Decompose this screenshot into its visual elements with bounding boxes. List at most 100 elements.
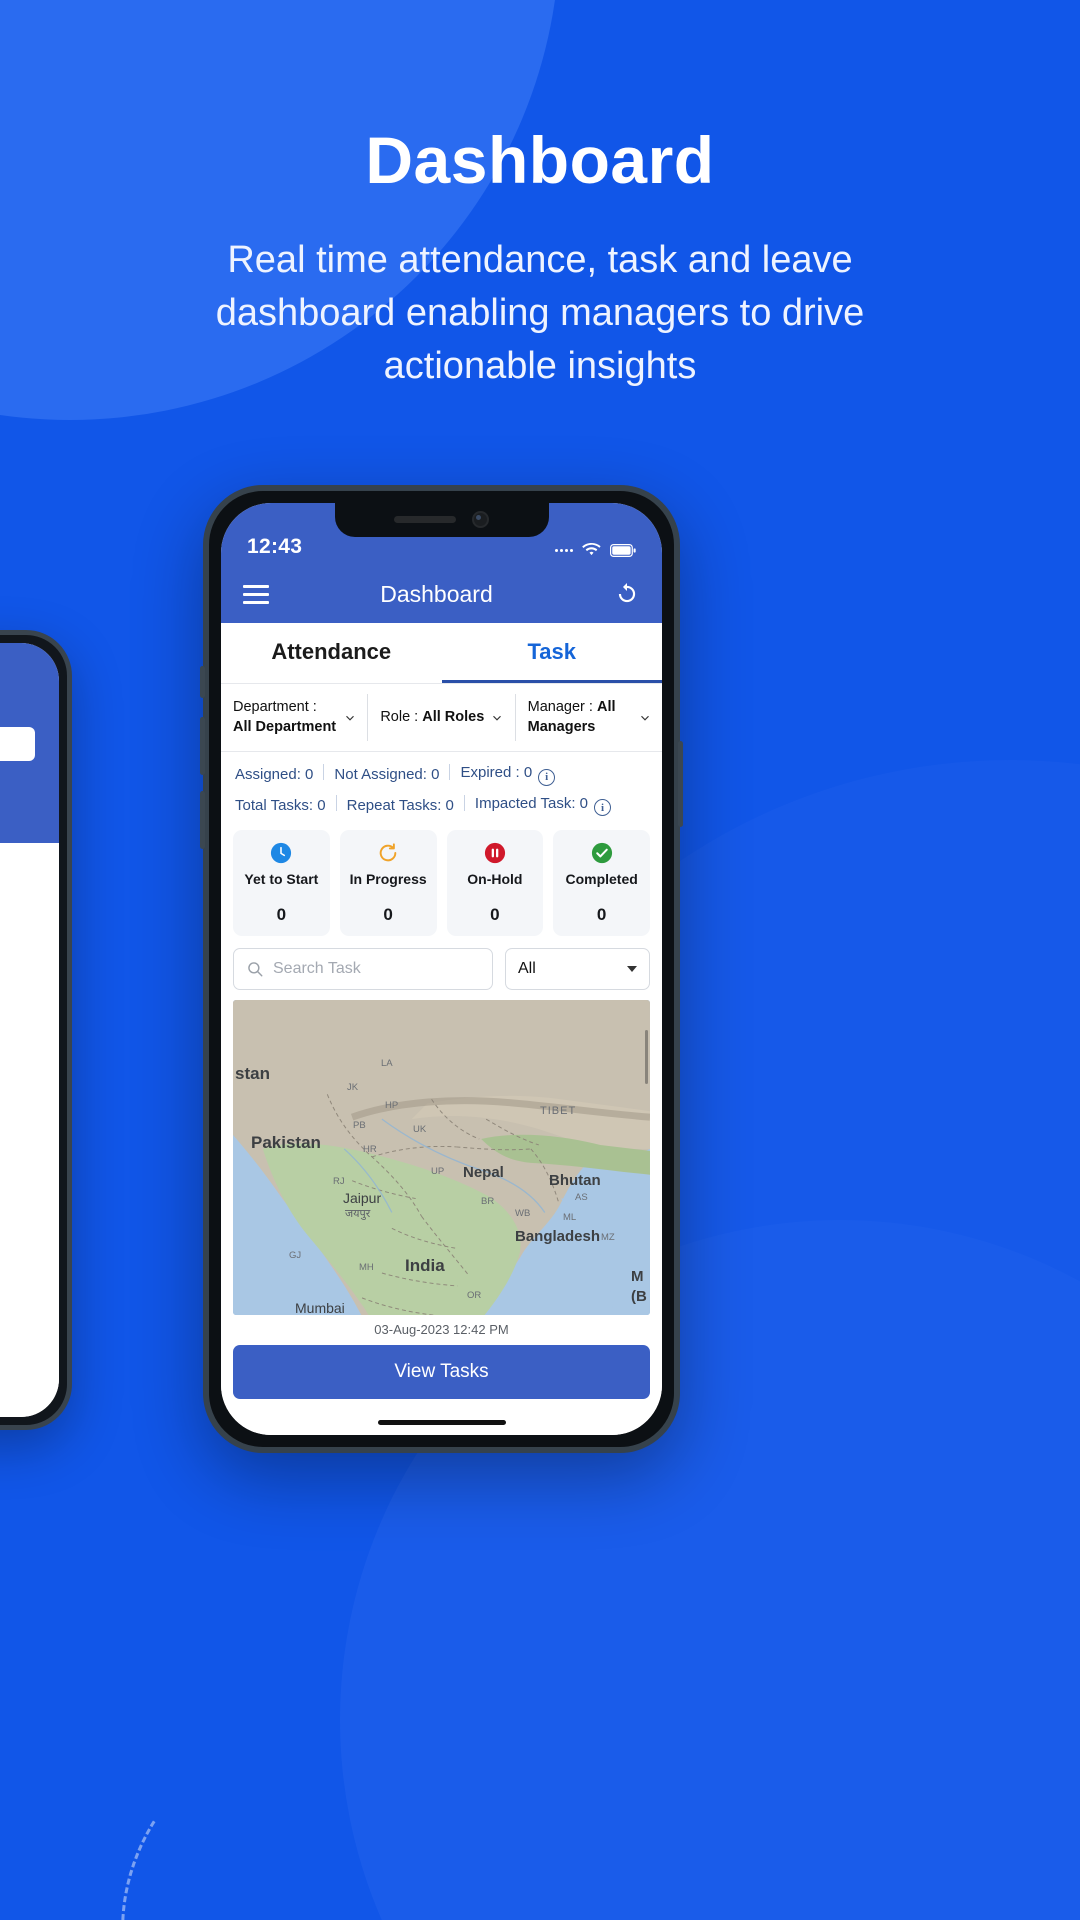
phone-volume-up-button [200, 717, 205, 775]
filter-role-value: All Roles [422, 708, 485, 725]
status-card-on-hold[interactable]: On-Hold 0 [446, 830, 544, 937]
filter-role-prefix: Role : [380, 708, 423, 725]
filter-role[interactable]: Role : All Roles [367, 694, 514, 742]
app-bar: Dashboard [221, 565, 662, 623]
search-task-box[interactable] [233, 948, 493, 991]
refresh-icon[interactable] [614, 581, 640, 607]
chevron-down-icon[interactable] [638, 711, 652, 725]
front-camera-icon [472, 510, 489, 528]
status-card-label: Completed [565, 871, 638, 888]
map-view[interactable]: stan Pakistan India Nepal Bhutan Banglad… [233, 1000, 650, 1315]
filter-department[interactable]: Department : All Department [221, 694, 367, 741]
status-bar-indicators [555, 543, 636, 559]
task-status-select[interactable]: All [505, 948, 650, 991]
status-card-label: Yet to Start [244, 871, 319, 888]
status-card-count: 0 [596, 905, 607, 925]
phone-screen: 12:43 Dashboard Attendance Task Departme… [221, 503, 662, 1435]
earpiece-speaker [394, 515, 456, 523]
secondary-phone-body [0, 843, 59, 1417]
map-label-mh: MH [359, 1262, 374, 1274]
map-label-rj: RJ [333, 1176, 345, 1188]
summary-repeat-tasks: Repeat Tasks: 0 [346, 796, 454, 814]
chevron-down-icon[interactable] [343, 711, 357, 725]
phone-notch [334, 503, 549, 537]
battery-icon [610, 543, 636, 557]
pause-icon [484, 843, 505, 864]
summary-row-2: Total Tasks: 0 Repeat Tasks: 0 Impacted … [233, 794, 650, 817]
map-label-india: India [405, 1256, 445, 1276]
secondary-phone-screen [0, 643, 59, 1417]
wifi-icon [582, 543, 601, 556]
search-icon [248, 962, 263, 977]
secondary-phone-mockup [0, 630, 72, 1430]
page-subtitle: Real time attendance, task and leave das… [215, 239, 865, 388]
promo-stage: Dashboard Real time attendance, task and… [0, 0, 1080, 1920]
map-label-bangladesh: Bangladesh [515, 1228, 601, 1246]
summary-not-assigned: Not Assigned: 0 [334, 766, 440, 784]
phone-power-button [678, 741, 683, 827]
map-label-myanmar: M [631, 1268, 644, 1286]
tab-task[interactable]: Task [441, 623, 662, 683]
status-card-yet-to-start[interactable]: Yet to Start 0 [233, 830, 330, 937]
map-label-pakistan: Pakistan [251, 1133, 321, 1153]
summary-row-1: Assigned: 0 Not Assigned: 0 Expired : 0 i [233, 764, 650, 786]
map-scrollbar[interactable] [645, 1030, 648, 1085]
phone-mockup: 12:43 Dashboard Attendance Task Departme… [200, 485, 683, 1453]
status-card-count: 0 [276, 905, 287, 925]
status-bar-time: 12:43 [247, 535, 303, 558]
summary-impacted-task: Impacted Task: 0 i [465, 795, 621, 817]
map-label-gj: GJ [289, 1250, 302, 1262]
phone-volume-down-button [200, 791, 205, 849]
map-label-hr: HR [363, 1144, 377, 1156]
check-circle-icon [591, 843, 612, 864]
page-title: Dashboard [365, 123, 715, 197]
search-input[interactable] [273, 960, 480, 979]
map-label-afghanistan: stan [235, 1064, 270, 1084]
search-row: All [221, 946, 662, 1001]
tab-attendance[interactable]: Attendance [221, 623, 442, 683]
task-summary: Assigned: 0 Not Assigned: 0 Expired : 0 i… [221, 752, 662, 827]
filter-manager-prefix: Manager : [527, 699, 597, 715]
filter-role-label: Role : All Roles [380, 708, 484, 728]
signal-dots-icon [555, 548, 573, 552]
map-label-hp: HP [385, 1100, 399, 1112]
clock-icon [271, 843, 292, 864]
map-label-mumbai: Mumbai [295, 1300, 345, 1315]
map-label-pb: PB [353, 1120, 366, 1132]
info-icon[interactable]: i [594, 799, 612, 817]
view-tasks-button[interactable]: View Tasks [233, 1345, 650, 1399]
map-label-nepal: Nepal [463, 1164, 504, 1182]
status-card-group: Yet to Start 0 In Progress 0 On-Hold 0 C… [221, 826, 662, 947]
map-label-as: AS [575, 1192, 588, 1204]
status-card-label: In Progress [349, 871, 427, 888]
summary-impacted-label: Impacted Task: 0 [474, 794, 589, 812]
secondary-phone-card [0, 727, 35, 761]
filter-manager-label: Manager : All Managers [528, 698, 632, 737]
filter-department-label: Department : All Department [233, 698, 337, 737]
filter-department-value: All Department [233, 718, 337, 735]
map-label-jk: JK [347, 1082, 359, 1094]
map-label-la: LA [381, 1058, 393, 1070]
map-label-jaipur-native: जयपुर [345, 1208, 371, 1221]
view-tasks-container: View Tasks [221, 1345, 662, 1409]
chevron-down-icon[interactable] [490, 711, 504, 725]
summary-total-tasks: Total Tasks: 0 [235, 796, 326, 814]
map-label-or: OR [467, 1290, 482, 1302]
filter-manager[interactable]: Manager : All Managers [514, 694, 662, 742]
map-label-mz: MZ [601, 1232, 615, 1244]
info-icon[interactable]: i [538, 768, 556, 786]
home-indicator-bar [221, 1409, 662, 1435]
home-indicator[interactable] [377, 1419, 506, 1425]
status-bar: 12:43 [221, 503, 662, 565]
app-bar-title: Dashboard [380, 580, 493, 607]
caret-down-icon[interactable] [627, 966, 637, 973]
status-card-in-progress[interactable]: In Progress 0 [339, 830, 437, 937]
status-card-completed[interactable]: Completed 0 [553, 830, 650, 937]
refresh-cycle-icon [379, 843, 397, 862]
map-label-br: BR [481, 1196, 495, 1208]
tab-bar: Attendance Task [221, 623, 662, 683]
status-card-count: 0 [490, 905, 500, 925]
map-label-ml: ML [563, 1212, 577, 1224]
filter-bar: Department : All Department Role : All R… [221, 683, 662, 753]
status-card-label: On-Hold [467, 871, 523, 888]
